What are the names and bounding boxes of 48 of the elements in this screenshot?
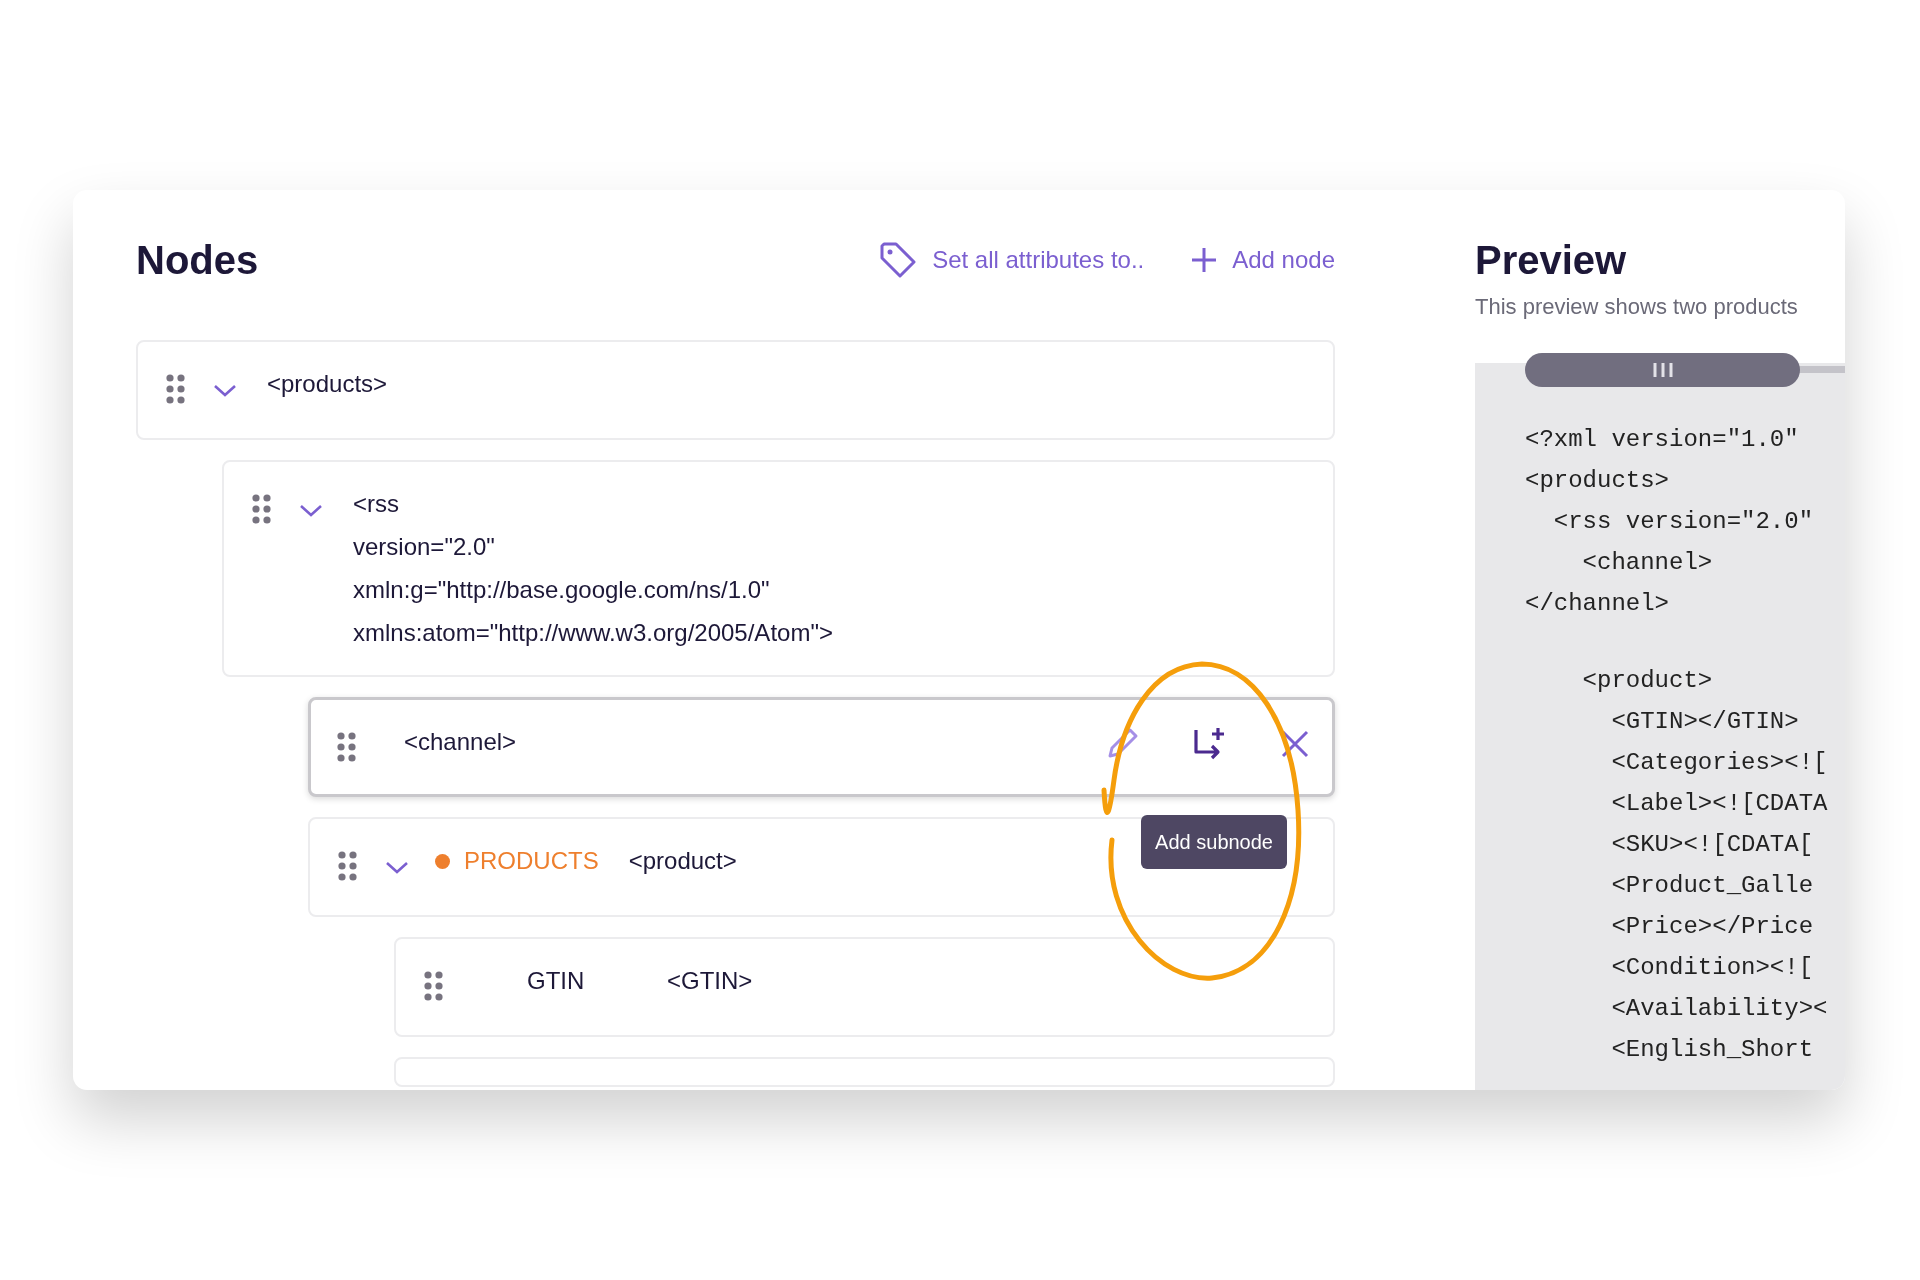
tag-text: <GTIN> (667, 966, 753, 996)
tag-text: version="2.0" (353, 532, 496, 562)
tag-text: xmln:g="http://base.google.com/ns/1.0" (353, 575, 771, 605)
tag-text: <rss (353, 489, 400, 519)
mapping-label: PRODUCTS (464, 846, 599, 876)
add-node-button[interactable]: Add node (1190, 242, 1335, 278)
code-line: <Condition><![ (1610, 953, 1814, 983)
chevron-down-icon[interactable] (385, 861, 409, 875)
plus-icon (1190, 246, 1219, 274)
code-line: <?xml version="1.0" (1525, 425, 1799, 455)
node-card[interactable]: GTIN <GTIN> (394, 937, 1335, 1037)
node-card[interactable]: <products> (136, 340, 1335, 440)
drag-handle-icon (252, 494, 271, 524)
grip-icon (1651, 362, 1674, 378)
code-line: <GTIN></GTIN> (1610, 707, 1799, 737)
chevron-down-icon[interactable] (299, 504, 323, 518)
code-line: <Product_Galle (1610, 871, 1814, 901)
node-card[interactable]: <rss version="2.0" xmln:g="http://base.google.com/ns/1.0" xmlns:atom="http://www.w3.org/2005/Atom"> (222, 460, 1335, 677)
code-line: </channel> (1525, 589, 1670, 619)
code-line: <product> (1581, 666, 1713, 696)
panel-subtitle: This preview shows two products (1475, 293, 1799, 321)
drag-handle-icon (337, 732, 356, 762)
code-line: <Availability>< (1610, 994, 1828, 1024)
slider-track (1797, 366, 1845, 373)
drag-handle-icon (338, 851, 357, 881)
mapping-label: GTIN (527, 966, 585, 996)
tooltip: Add subnode (1141, 815, 1287, 869)
code-line: <SKU><![CDATA[ (1610, 830, 1814, 860)
drag-handle-icon (424, 971, 443, 1001)
code-line: <Categories><![ (1610, 748, 1828, 778)
chevron-down-icon[interactable] (213, 384, 237, 398)
tag-text: <products> (267, 369, 388, 399)
tag-text: <channel> (404, 727, 517, 757)
panel-title: Nodes (136, 240, 259, 280)
tag-text: xmlns:atom="http://www.w3.org/2005/Atom"> (353, 618, 833, 648)
node-card[interactable]: <channel> (308, 697, 1335, 797)
code-line: <channel> (1581, 548, 1713, 578)
code-line: <products> (1525, 466, 1670, 496)
panel-title: Preview (1475, 237, 1628, 284)
resize-handle[interactable] (1525, 353, 1800, 387)
set-attributes-button[interactable]: Set all attributes to.. (878, 240, 1145, 280)
drag-handle-icon (166, 374, 185, 404)
close-icon[interactable] (1280, 729, 1310, 759)
code-line: <English_Short (1610, 1035, 1814, 1065)
tag-text: <product> (628, 846, 737, 876)
code-line: <Label><![CDATA (1610, 789, 1828, 819)
code-line: <Price></Price (1610, 912, 1814, 942)
code-line: <rss version="2.0" (1552, 507, 1814, 537)
